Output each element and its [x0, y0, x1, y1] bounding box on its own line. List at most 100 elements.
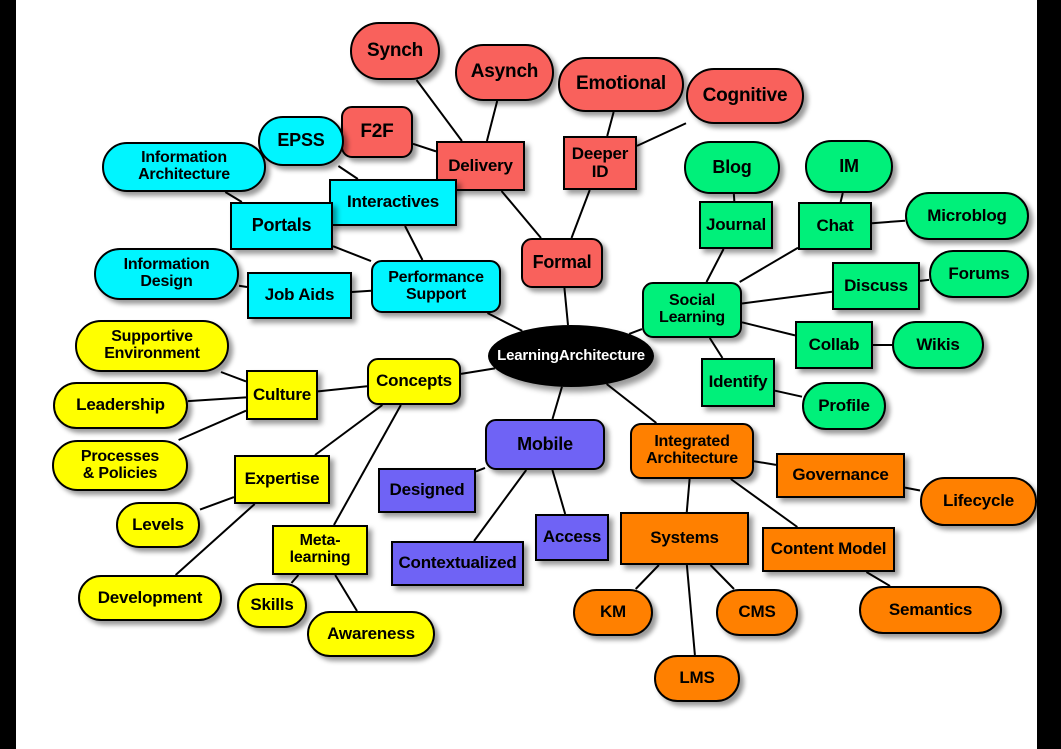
edge-int-arch-to-systems — [685, 478, 691, 513]
node-governance[interactable]: Governance — [776, 453, 905, 498]
node-center-learning-architecture[interactable]: LearningArchitecture — [488, 325, 654, 387]
node-awareness[interactable]: Awareness — [307, 611, 435, 657]
node-im[interactable]: IM — [805, 140, 893, 193]
edge-systems-to-cms — [709, 564, 735, 590]
node-journal[interactable]: Journal — [699, 201, 773, 249]
edge-systems-to-lms — [685, 564, 696, 656]
edge-mobile-to-designed — [475, 466, 486, 473]
edge-perf-support-to-portals — [332, 245, 372, 262]
node-chat-label: Chat — [816, 215, 854, 235]
node-f2f[interactable]: F2F — [341, 106, 413, 158]
node-culture-label: Culture — [252, 384, 312, 404]
edge-delivery-to-asynch — [485, 100, 499, 142]
node-content-model-label: Content Model — [770, 539, 887, 559]
node-contextual-label: Contextualized — [398, 553, 517, 573]
node-info-design[interactable]: Information Design — [94, 248, 239, 300]
node-social[interactable]: Social Learning — [642, 282, 742, 338]
node-cms[interactable]: CMS — [716, 589, 798, 636]
node-km[interactable]: KM — [573, 589, 653, 636]
edge-governance-to-lifecycle — [904, 486, 921, 492]
node-job-aids[interactable]: Job Aids — [247, 272, 352, 319]
node-synch-label: Synch — [366, 39, 424, 61]
node-culture[interactable]: Culture — [246, 370, 318, 420]
edge-social-to-collab — [741, 321, 796, 337]
node-epss[interactable]: EPSS — [258, 116, 344, 166]
node-processes[interactable]: Processes & Policies — [52, 440, 188, 491]
node-asynch[interactable]: Asynch — [455, 44, 554, 101]
edge-delivery-to-synch — [415, 79, 463, 142]
node-km-label: KM — [599, 602, 627, 622]
node-interactives-label: Interactives — [346, 192, 440, 212]
node-systems[interactable]: Systems — [620, 512, 749, 565]
edge-deeper-id-to-cognitive — [636, 122, 687, 147]
node-concepts[interactable]: Concepts — [367, 358, 461, 405]
edge-culture-to-leadership — [187, 396, 247, 403]
node-int-arch[interactable]: Integrated Architecture — [630, 423, 754, 479]
node-designed[interactable]: Designed — [378, 468, 476, 513]
node-development[interactable]: Development — [78, 575, 222, 621]
node-deeper-id[interactable]: Deeper ID — [563, 136, 637, 190]
node-collab-label: Collab — [808, 334, 860, 354]
node-expertise[interactable]: Expertise — [234, 455, 330, 504]
edge-formal-to-deeper-id — [570, 189, 591, 239]
edge-meta-to-skills — [290, 574, 300, 584]
node-blog[interactable]: Blog — [684, 141, 780, 194]
node-synch[interactable]: Synch — [350, 22, 440, 80]
node-contextual[interactable]: Contextualized — [391, 541, 524, 586]
edge-delivery-to-f2f — [412, 142, 437, 153]
edge-formal-to-delivery — [500, 190, 542, 239]
node-portals[interactable]: Portals — [230, 202, 333, 250]
node-profile[interactable]: Profile — [802, 382, 886, 430]
node-cognitive-label: Cognitive — [702, 84, 788, 106]
node-lms[interactable]: LMS — [654, 655, 740, 702]
node-concepts-label: Concepts — [376, 371, 452, 391]
node-wikis[interactable]: Wikis — [892, 321, 984, 369]
node-leadership[interactable]: Leadership — [53, 382, 188, 429]
edge-interactives-to-epss — [337, 165, 359, 180]
node-semantics[interactable]: Semantics — [859, 586, 1002, 634]
node-microblog[interactable]: Microblog — [905, 192, 1029, 240]
node-info-arch[interactable]: Information Architecture — [102, 142, 266, 192]
node-int-arch-label: Integrated Architecture — [646, 433, 738, 467]
node-expertise-label: Expertise — [244, 469, 320, 489]
node-collab[interactable]: Collab — [795, 321, 873, 369]
node-lifecycle[interactable]: Lifecycle — [920, 477, 1037, 526]
node-lifecycle-label: Lifecycle — [943, 491, 1014, 511]
node-meta[interactable]: Meta-learning — [272, 525, 368, 575]
node-formal[interactable]: Formal — [521, 238, 603, 288]
node-delivery-label: Delivery — [448, 155, 513, 175]
edge-perf-support-to-interactives — [404, 225, 424, 261]
node-formal-label: Formal — [532, 252, 592, 273]
node-levels[interactable]: Levels — [116, 502, 200, 548]
node-access-label: Access — [542, 527, 602, 547]
node-identify[interactable]: Identify — [701, 358, 775, 407]
node-skills[interactable]: Skills — [237, 583, 307, 628]
edge-social-to-identify — [708, 337, 724, 359]
node-wikis-label: Wikis — [916, 334, 960, 354]
node-content-model[interactable]: Content Model — [762, 527, 895, 572]
node-forums[interactable]: Forums — [929, 250, 1029, 298]
node-forums-label: Forums — [948, 263, 1010, 283]
edge-deeper-id-to-emotional — [606, 111, 615, 137]
edge-center-to-perf-support — [487, 312, 523, 332]
node-supportive[interactable]: Supportive Environment — [75, 320, 229, 372]
node-perf-support-label: Performance Support — [388, 268, 484, 303]
node-access[interactable]: Access — [535, 514, 609, 561]
node-interactives[interactable]: Interactives — [329, 179, 457, 226]
node-deeper-id-label: Deeper ID — [571, 143, 629, 181]
node-im-label: IM — [839, 155, 859, 176]
node-mobile[interactable]: Mobile — [485, 419, 605, 470]
edge-culture-to-supportive — [220, 371, 247, 383]
node-meta-label: Meta-learning — [289, 532, 351, 566]
node-discuss[interactable]: Discuss — [832, 262, 920, 310]
diagram-canvas: Synch Asynch Emotional Cognitive F2F Delivery… — [16, 0, 1037, 749]
node-emotional-label: Emotional — [575, 73, 667, 95]
node-cognitive[interactable]: Cognitive — [686, 68, 804, 124]
edge-job-aids-to-info-design — [238, 284, 248, 289]
node-perf-support[interactable]: Performance Support — [371, 260, 501, 313]
node-designed-label: Designed — [389, 480, 465, 500]
node-systems-label: Systems — [650, 528, 719, 548]
node-emotional[interactable]: Emotional — [558, 57, 684, 112]
edge-content-model-to-semantics — [865, 571, 891, 587]
node-chat[interactable]: Chat — [798, 202, 872, 250]
